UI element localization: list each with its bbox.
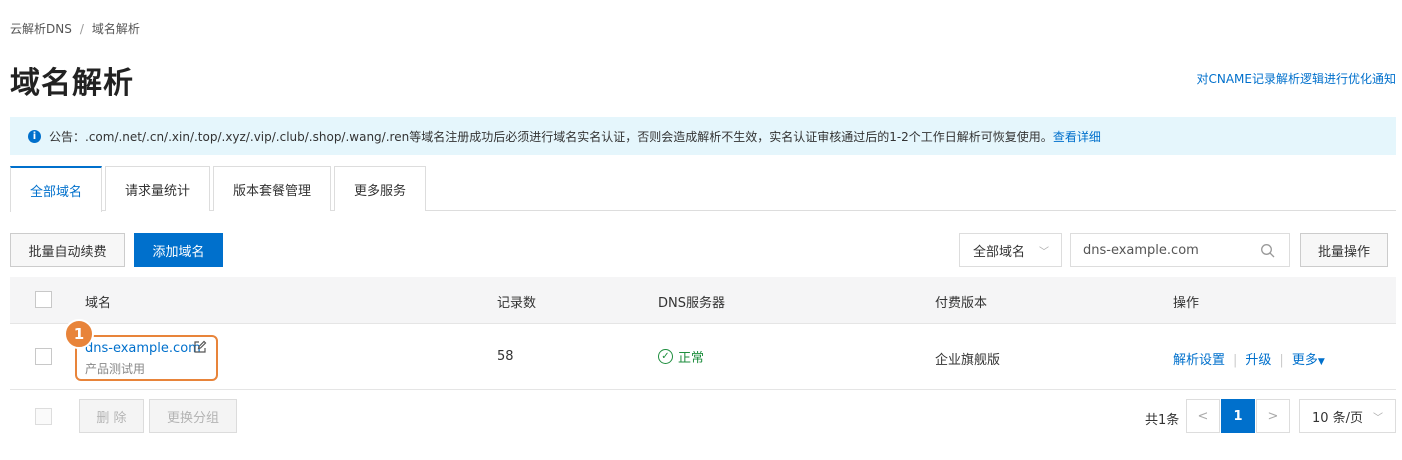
header-domain: 域名 [85, 296, 112, 311]
dns-status: ✓ 正常 [658, 347, 704, 366]
footer-select-checkbox[interactable] [35, 408, 52, 425]
tab-all-domains[interactable]: 全部域名 [10, 166, 103, 212]
pager-prev-button[interactable]: < [1186, 399, 1220, 433]
page-size-select[interactable]: 10 条/页 ﹀ [1299, 399, 1396, 433]
delete-button[interactable]: 删 除 [79, 399, 144, 433]
tab-request-stats[interactable]: 请求量统计 [105, 166, 211, 211]
header-edition: 付费版本 [935, 296, 988, 311]
chevron-left-icon: < [1197, 408, 1209, 424]
check-circle-icon: ✓ [658, 349, 673, 364]
batch-operations-button[interactable]: 批量操作 [1300, 233, 1388, 267]
breadcrumb: 云解析DNS / 域名解析 [10, 20, 140, 37]
tab-plan-management[interactable]: 版本套餐管理 [213, 166, 332, 211]
change-group-button[interactable]: 更换分组 [149, 399, 237, 433]
domain-filter-value: 全部域名 [973, 244, 1026, 260]
domain-filter-select[interactable]: 全部域名 ﹀ [959, 233, 1062, 267]
more-actions-link[interactable]: 更多▼ [1292, 353, 1325, 368]
chevron-down-icon: ﹀ [1373, 412, 1383, 424]
pager-next-button[interactable]: > [1256, 399, 1290, 433]
breadcrumb-current: 域名解析 [91, 22, 140, 36]
cname-notice-link[interactable]: 对CNAME记录解析逻辑进行优化通知 [1196, 70, 1396, 87]
pager-page-1[interactable]: 1 [1221, 399, 1255, 433]
row-checkbox[interactable] [35, 348, 52, 365]
row-actions: 解析设置 | 升级 | 更多▼ [1173, 349, 1325, 368]
select-all-checkbox[interactable] [35, 291, 52, 308]
header-records: 记录数 [497, 296, 537, 311]
dns-status-text: 正常 [678, 351, 705, 366]
pager-total: 共1条 [1145, 413, 1180, 428]
action-divider: | [1279, 353, 1284, 368]
upgrade-link[interactable]: 升级 [1245, 353, 1271, 368]
domain-name-link[interactable]: dns-example.com [85, 341, 201, 356]
search-box[interactable] [1070, 233, 1290, 267]
search-icon[interactable] [1260, 243, 1276, 259]
caret-down-icon: ▼ [1317, 357, 1325, 367]
annotation-badge: 1 [64, 319, 94, 349]
notice-banner: i 公告：.com/.net/.cn/.xin/.top/.xyz/.vip/.… [10, 117, 1396, 155]
dns-settings-link[interactable]: 解析设置 [1173, 353, 1225, 368]
breadcrumb-separator: / [79, 21, 84, 36]
paid-edition: 企业旗舰版 [935, 353, 1001, 368]
action-divider: | [1233, 353, 1238, 368]
chevron-right-icon: > [1267, 408, 1279, 424]
page-title: 域名解析 [10, 66, 134, 101]
table-header: 域名 记录数 DNS服务器 付费版本 操作 [10, 277, 1396, 324]
header-dns-server: DNS服务器 [658, 296, 725, 311]
breadcrumb-root[interactable]: 云解析DNS [10, 20, 72, 37]
info-icon: i [28, 129, 41, 143]
tab-bar: 全部域名 请求量统计 版本套餐管理 更多服务 [10, 166, 1396, 212]
page-size-value: 10 条/页 [1312, 410, 1364, 426]
notice-details-link[interactable]: 查看详细 [1053, 128, 1101, 145]
notice-text: 公告：.com/.net/.cn/.xin/.top/.xyz/.vip/.cl… [49, 129, 1053, 144]
chevron-down-icon: ﹀ [1039, 246, 1049, 258]
tab-more-services[interactable]: 更多服务 [334, 166, 427, 211]
search-input[interactable] [1083, 242, 1253, 258]
add-domain-button[interactable]: 添加域名 [134, 233, 223, 267]
record-count: 58 [497, 349, 514, 364]
domain-remark: 产品测试用 [85, 362, 146, 376]
batch-auto-renew-button[interactable]: 批量自动续费 [10, 233, 125, 267]
more-actions-label: 更多 [1291, 353, 1318, 368]
edit-icon[interactable] [193, 340, 207, 354]
header-actions: 操作 [1173, 296, 1200, 311]
